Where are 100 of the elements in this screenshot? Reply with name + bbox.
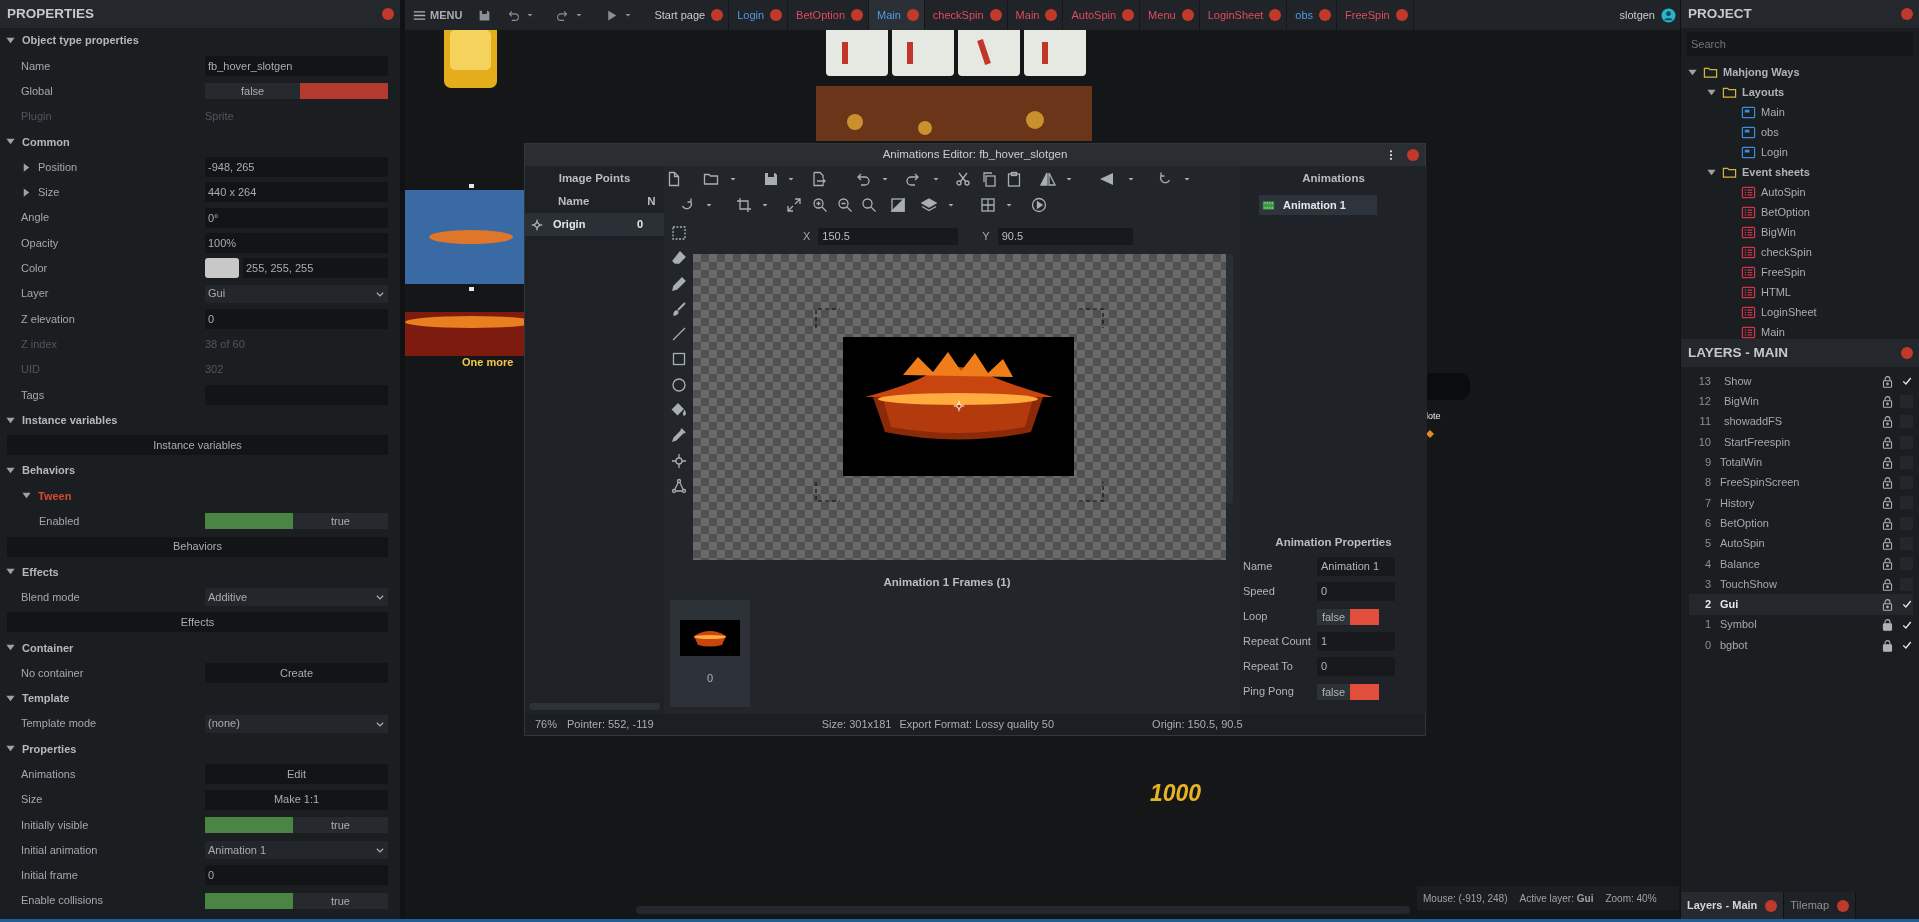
dropdown[interactable]: Gui (205, 284, 388, 303)
fill-bucket-icon[interactable] (670, 402, 687, 419)
tree-item[interactable]: obs (1761, 123, 1779, 141)
close-tab-icon[interactable] (1319, 9, 1332, 21)
layers-icon[interactable] (921, 197, 937, 213)
caret-icon[interactable] (1005, 201, 1013, 209)
close-button[interactable] (382, 8, 394, 20)
panel-button[interactable]: Make 1:1 (205, 789, 388, 810)
grid-icon[interactable] (980, 197, 996, 213)
lock-icon[interactable] (1881, 394, 1894, 408)
input-field[interactable]: 440 x 264 (205, 182, 388, 203)
caret-icon[interactable] (881, 175, 889, 183)
close-button[interactable] (1901, 347, 1913, 359)
expand-arrow-icon[interactable] (21, 161, 32, 173)
toggle-switch[interactable]: false (205, 83, 388, 100)
tree-item[interactable]: Login (1761, 143, 1788, 161)
panel-button[interactable]: Create (205, 663, 388, 684)
layer-row[interactable]: 7 History (1689, 492, 1913, 514)
tree-item[interactable]: AutoSpin (1761, 183, 1806, 201)
list-item[interactable]: Origin 0 (525, 213, 664, 236)
caret-icon[interactable] (705, 201, 713, 209)
close-tab-icon[interactable] (1837, 899, 1850, 912)
layer-row[interactable]: 8 FreeSpinScreen (1689, 472, 1913, 493)
play-icon[interactable] (1031, 197, 1047, 213)
lock-icon[interactable] (1881, 537, 1894, 550)
expand-icon[interactable] (786, 197, 802, 213)
close-tab-icon[interactable] (851, 9, 863, 21)
layer-row[interactable]: 1 Symbol (1689, 614, 1913, 635)
close-button[interactable] (1407, 149, 1419, 161)
close-tab-icon[interactable] (1395, 9, 1408, 21)
lock-icon[interactable] (1881, 618, 1894, 632)
input-field[interactable]: 0 (1317, 582, 1395, 601)
eraser-icon[interactable] (670, 250, 687, 267)
toggle-switch[interactable]: false (1317, 683, 1379, 700)
tree-item[interactable]: Main (1761, 103, 1785, 121)
lock-icon[interactable] (1881, 557, 1894, 571)
caret-icon[interactable] (1183, 175, 1191, 183)
dropdown[interactable]: Animation 1 (205, 841, 388, 860)
lock-icon[interactable] (1881, 435, 1894, 449)
tree-item[interactable]: Mahjong Ways (1723, 63, 1800, 81)
input-field[interactable]: 0 (205, 308, 388, 329)
copy-icon[interactable] (981, 171, 997, 187)
layer-row[interactable]: 5 AutoSpin (1689, 533, 1913, 554)
triangle-icon[interactable] (1099, 171, 1115, 187)
lock-icon[interactable] (1881, 597, 1894, 611)
crosshair-icon[interactable] (670, 452, 687, 469)
input-field[interactable]: 0 (1317, 657, 1395, 676)
tree-item[interactable]: Main (1761, 323, 1785, 341)
close-tab-icon[interactable] (770, 9, 783, 21)
close-tab-icon[interactable] (1181, 9, 1194, 21)
undo-icon[interactable] (507, 8, 521, 22)
input-field[interactable]: 150.5 (818, 227, 959, 245)
folder-icon[interactable] (703, 171, 719, 187)
list-item[interactable]: Animation 1 (1259, 195, 1377, 215)
tree-item[interactable]: Layouts (1742, 83, 1785, 101)
tree-item[interactable]: HTML (1761, 283, 1791, 301)
caret-icon[interactable] (624, 11, 633, 19)
close-tab-icon[interactable] (711, 9, 724, 21)
tree-item[interactable]: LoginSheet (1761, 303, 1817, 321)
undo-icon[interactable] (855, 171, 871, 187)
search-field[interactable]: Search (1687, 32, 1913, 56)
input-field[interactable]: 0 (205, 865, 388, 886)
input-field[interactable]: fb_hover_slotgen (205, 55, 388, 76)
lock-icon[interactable] (1881, 577, 1894, 591)
caret-icon[interactable] (729, 175, 737, 183)
layer-row[interactable]: 0 bgbot (1689, 634, 1913, 656)
toggle-switch[interactable]: false (1317, 608, 1379, 625)
crop-icon[interactable] (736, 197, 752, 213)
line-icon[interactable] (670, 326, 687, 343)
layer-row[interactable]: 12 BigWin (1689, 391, 1913, 412)
layer-row[interactable]: 3 TouchShow (1689, 573, 1913, 595)
input-field[interactable]: 90.5 (997, 227, 1133, 245)
lock-icon[interactable] (1881, 455, 1894, 469)
panel-button[interactable]: Edit (205, 764, 388, 785)
toggle-switch[interactable]: true (205, 892, 388, 909)
input-field[interactable]: 100% (205, 233, 388, 253)
close-tab-icon[interactable] (1269, 9, 1282, 21)
export-icon[interactable] (811, 171, 827, 187)
pencil-icon[interactable] (670, 275, 687, 292)
lock-icon[interactable] (1881, 516, 1894, 530)
paste-icon[interactable] (1006, 171, 1022, 187)
panel-tab[interactable]: Layers - Main (1681, 892, 1785, 919)
input-field[interactable]: -948, 265 (205, 157, 388, 178)
layer-row[interactable]: 13 Show (1689, 371, 1913, 392)
tree-item[interactable]: checkSpin (1761, 243, 1812, 261)
dropdown[interactable]: (none) (205, 714, 388, 733)
layer-row[interactable]: 11 showaddFS (1689, 411, 1913, 432)
caret-icon[interactable] (575, 11, 584, 19)
save-icon[interactable] (763, 171, 779, 187)
circle-icon[interactable] (670, 376, 687, 393)
tree-item[interactable]: Event sheets (1742, 163, 1810, 181)
polygon-icon[interactable] (670, 477, 687, 494)
color-swatch[interactable] (205, 258, 239, 279)
input-field[interactable]: 0° (205, 207, 388, 228)
toggle-switch[interactable]: true (205, 513, 388, 530)
panel-button[interactable]: Behaviors (7, 536, 388, 557)
close-tab-icon[interactable] (989, 9, 1002, 21)
panel-button[interactable]: Instance variables (7, 435, 388, 456)
close-tab-icon[interactable] (1122, 9, 1135, 21)
rectangle-icon[interactable] (670, 351, 687, 368)
